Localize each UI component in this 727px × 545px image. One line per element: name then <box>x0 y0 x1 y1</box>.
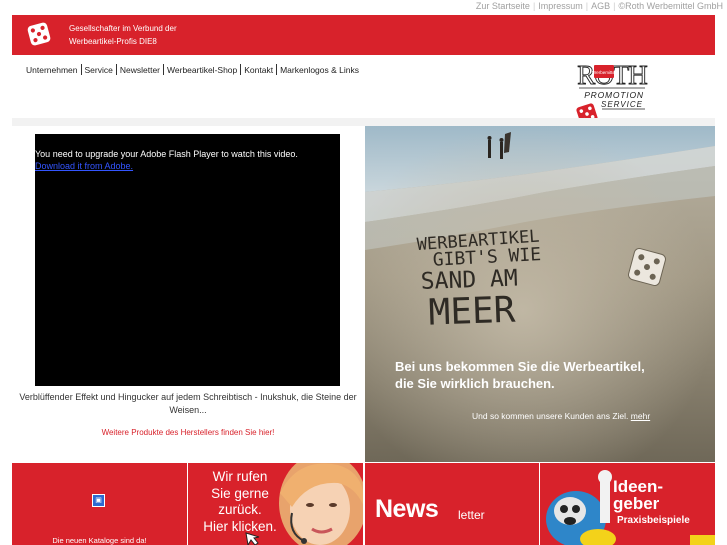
hero-more-link[interactable]: mehr <box>631 411 650 421</box>
product-caption: Verblüffender Effekt und Hingucker auf j… <box>19 392 357 415</box>
hero-headline: Bei uns bekommen Sie die Werbeartikel, d… <box>395 359 645 391</box>
svg-text:MEER: MEER <box>428 290 516 334</box>
top-utility-bar: Zur Startseite | Impressum | AGB | ©Roth Werbe… <box>475 1 724 11</box>
content-divider <box>12 118 715 126</box>
link-copyright[interactable]: ©Roth Werbemittel GmbH <box>619 1 724 11</box>
roth-logo[interactable]: ROTH Werbemittel PROMOTION SERVICE <box>576 58 648 124</box>
flash-download-link[interactable]: Download it from Adobe. <box>35 161 133 171</box>
flash-upgrade-message: You need to upgrade your Adobe Flash Pla… <box>35 149 298 159</box>
nav-item-kontakt[interactable]: Kontakt <box>244 65 273 75</box>
ideas-subtitle: Praxisbeispiele <box>617 515 690 526</box>
logo-promotion: PROMOTION <box>584 90 644 100</box>
die-icon <box>27 22 51 46</box>
nav-item-shop[interactable]: Werbeartikel-Shop <box>167 65 237 75</box>
flash-video-player[interactable]: You need to upgrade your Adobe Flash Pla… <box>35 134 340 386</box>
newsletter-tile[interactable]: News letter <box>365 463 539 545</box>
ideas-tile[interactable]: Ideen- geber Praxisbeispiele <box>540 463 715 545</box>
catalog-icon: ▣ <box>92 494 105 507</box>
logo-service: SERVICE <box>601 100 643 109</box>
logo-badge: Werbemittel <box>592 70 616 75</box>
catalog-tile[interactable]: ▣ Die neuen Kataloge sind da! <box>12 463 187 545</box>
product-teaser-panel: You need to upgrade your Adobe Flash Pla… <box>12 126 364 462</box>
ideas-title: Ideen- geber <box>613 477 664 513</box>
newsletter-big-text: News <box>375 495 439 523</box>
callback-tile[interactable]: Wir rufen Sie gerne zurück. Hier klicken… <box>188 463 363 545</box>
main-nav: Unternehmen Service Newsletter Werbeartikel… <box>26 64 359 75</box>
callback-text: Wir rufen Sie gerne zurück. Hier klicken… <box>203 469 277 534</box>
nav-item-links[interactable]: Markenlogos & Links <box>280 65 359 75</box>
manufacturer-products-link[interactable]: Weitere Produkte des Herstellers finden … <box>16 428 360 437</box>
catalog-text: Die neuen Kataloge sind da! <box>52 536 147 545</box>
link-agb[interactable]: AGB <box>591 1 610 11</box>
hero-subline: Und so kommen unsere Kunden ans Ziel. me… <box>472 411 651 421</box>
nav-item-newsletter[interactable]: Newsletter <box>120 65 160 75</box>
nav-item-unternehmen[interactable]: Unternehmen <box>26 65 78 75</box>
link-impressum[interactable]: Impressum <box>538 1 583 11</box>
nav-item-service[interactable]: Service <box>85 65 113 75</box>
hero-banner[interactable]: WERBEARTIKEL GIBT'S WIE SAND AM MEER Bei… <box>365 126 715 462</box>
link-home[interactable]: Zur Startseite <box>476 1 530 11</box>
header-band: Gesellschafter im Verbund der Werbeartik… <box>12 15 715 55</box>
newsletter-small-text: letter <box>458 508 485 522</box>
header-tagline: Gesellschafter im Verbund der Werbeartik… <box>69 24 177 46</box>
